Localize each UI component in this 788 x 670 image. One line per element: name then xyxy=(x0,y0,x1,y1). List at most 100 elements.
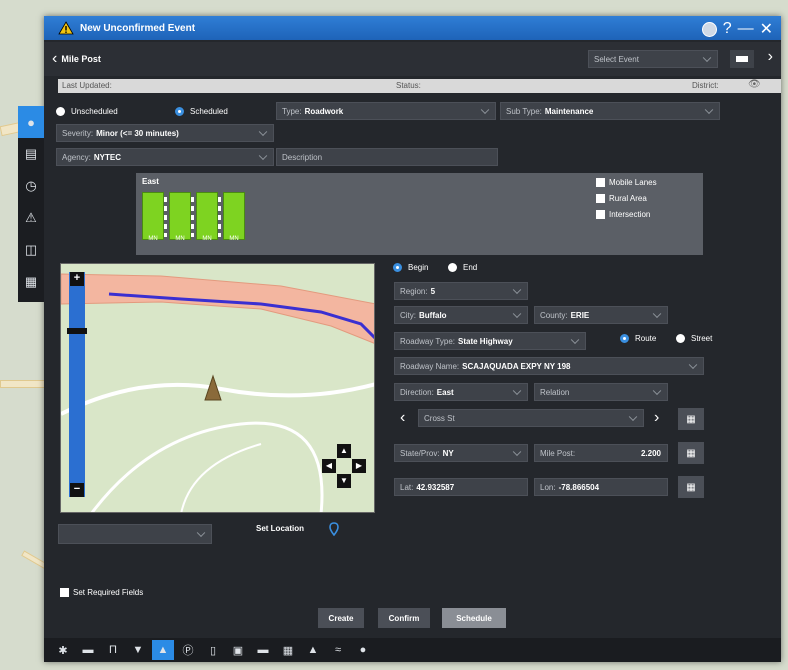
pan-up-button[interactable]: ▲ xyxy=(337,444,351,458)
wind-icon[interactable]: ≈ xyxy=(327,640,349,660)
street-radio[interactable]: Street xyxy=(676,334,712,344)
lane-label: MN xyxy=(229,236,239,242)
select-event-dropdown[interactable]: Select Event xyxy=(588,50,718,68)
alert-icon[interactable]: ⚠ xyxy=(18,202,44,234)
unscheduled-radio[interactable]: Unscheduled xyxy=(56,107,118,117)
confirm-button[interactable]: Confirm xyxy=(378,608,430,628)
region-select[interactable]: Region: 5 xyxy=(394,282,528,300)
title-bar: New Unconfirmed Event ? — ✕ xyxy=(44,16,781,40)
zoom-handle[interactable] xyxy=(67,328,87,334)
pan-right-button[interactable]: ▶ xyxy=(352,459,366,473)
schedule-button[interactable]: Schedule xyxy=(442,608,506,628)
zoom-out-button[interactable]: − xyxy=(70,483,84,497)
weather-icon[interactable]: ▦ xyxy=(277,640,299,660)
bus-icon[interactable]: ▯ xyxy=(202,640,224,660)
map-icon[interactable]: ◫ xyxy=(18,234,44,266)
location-pin-icon[interactable]: ● xyxy=(18,106,44,138)
create-button[interactable]: Create xyxy=(318,608,364,628)
lane-direction: East xyxy=(142,177,159,186)
calculator-icon: ▦ xyxy=(686,481,696,493)
route-radio[interactable]: Route xyxy=(620,334,656,344)
roadway-name-select[interactable]: Roadway Name: SCAJAQUADA EXPY NY 198 xyxy=(394,357,704,375)
globe-icon[interactable] xyxy=(701,21,717,37)
county-select[interactable]: County: ERIE xyxy=(534,306,668,324)
pan-left-button[interactable]: ◀ xyxy=(322,459,336,473)
type-select[interactable]: Type: Roadwork xyxy=(276,102,496,120)
lanes-panel: East MN MN MN MN Mobile Lanes Rural Area… xyxy=(136,173,703,255)
lane[interactable] xyxy=(196,192,221,240)
calculator-button[interactable]: ▦ xyxy=(678,442,704,464)
scheduled-radio[interactable]: Scheduled xyxy=(175,107,228,117)
begin-radio[interactable]: Begin xyxy=(393,263,428,273)
sign-icon[interactable]: ▼ xyxy=(127,640,149,660)
intersection-checkbox[interactable]: Intersection xyxy=(596,210,650,220)
keyboard-icon xyxy=(736,56,748,62)
location-pin-icon[interactable] xyxy=(329,522,339,537)
dot-icon[interactable]: ● xyxy=(352,640,374,660)
lane-label: MN xyxy=(148,236,158,242)
cross-street-select[interactable]: Cross St xyxy=(418,409,644,427)
chevron-right-icon[interactable]: › xyxy=(768,48,773,66)
lane[interactable] xyxy=(169,192,194,240)
calculator-icon: ▦ xyxy=(686,413,696,425)
lane-label: MN xyxy=(202,236,212,242)
back-label[interactable]: Mile Post xyxy=(61,54,101,64)
status-bar: Last Updated: Status: District: 👁 xyxy=(58,79,781,93)
pan-control: ▲ ◀ ▶ ▼ xyxy=(322,444,366,488)
chevron-right-icon[interactable]: › xyxy=(654,409,659,427)
rural-area-checkbox[interactable]: Rural Area xyxy=(596,194,647,204)
mobile-lanes-checkbox[interactable]: Mobile Lanes xyxy=(596,178,657,188)
lane[interactable] xyxy=(142,192,167,240)
incident-icon[interactable]: ✱ xyxy=(52,640,74,660)
lat-input[interactable]: Lat: 42.932587 xyxy=(394,478,528,496)
relation-select[interactable]: Relation xyxy=(534,383,668,401)
event-dialog: New Unconfirmed Event ? — ✕ ‹ Mile Post … xyxy=(18,16,781,662)
eye-icon[interactable]: 👁 xyxy=(748,79,761,90)
help-icon[interactable]: ? xyxy=(723,20,732,38)
location-map[interactable]: + − ▲ ◀ ▶ ▼ xyxy=(60,263,375,513)
mile-post-input[interactable]: Mile Post: 2.200 xyxy=(534,444,668,462)
roadway-type-select[interactable]: Roadway Type: State Highway xyxy=(394,332,586,350)
warning-icon xyxy=(58,21,74,35)
window-title: New Unconfirmed Event xyxy=(80,22,196,34)
zoom-slider[interactable]: + − xyxy=(67,272,87,497)
camera-icon[interactable]: ▲ xyxy=(152,640,174,660)
direction-select[interactable]: Direction: East xyxy=(394,383,528,401)
city-select[interactable]: City: Buffalo xyxy=(394,306,528,324)
calendar-icon[interactable]: ▦ xyxy=(18,266,44,298)
speed-icon[interactable]: ▲ xyxy=(302,640,324,660)
sidebar: ● ▤ ◷ ⚠ ◫ ▦ xyxy=(18,106,44,302)
pan-down-button[interactable]: ▼ xyxy=(337,474,351,488)
document-icon[interactable]: ▤ xyxy=(18,138,44,170)
truck-icon[interactable]: ▬ xyxy=(252,640,274,660)
lon-input[interactable]: Lon: -78.866504 xyxy=(534,478,668,496)
construction-icon[interactable]: Π xyxy=(102,640,124,660)
set-location-label: Set Location xyxy=(256,524,305,533)
bottom-toolbar: ✱ ▬ Π ▼ ▲ Ⓟ ▯ ▣ ▬ ▦ ▲ ≈ ● xyxy=(44,638,781,662)
calculator-button[interactable]: ▦ xyxy=(678,408,704,430)
closure-icon[interactable]: ▬ xyxy=(77,640,99,660)
header-bar: ‹ Mile Post Select Event › xyxy=(44,42,781,76)
end-radio[interactable]: End xyxy=(448,263,477,273)
set-required-checkbox[interactable]: Set Required Fields xyxy=(60,588,143,598)
zoom-in-button[interactable]: + xyxy=(70,272,84,286)
agency-select[interactable]: Agency: NYTEC xyxy=(56,148,274,166)
close-button[interactable]: ✕ xyxy=(760,19,773,39)
chevron-left-icon[interactable]: ‹ xyxy=(400,409,405,427)
map-layer-select[interactable] xyxy=(58,524,212,544)
description-input[interactable]: Description xyxy=(276,148,498,166)
status-label: Status: xyxy=(396,81,421,90)
calculator-button[interactable]: ▦ xyxy=(678,476,704,498)
keyboard-button[interactable] xyxy=(730,50,754,68)
car-icon[interactable]: ▣ xyxy=(227,640,249,660)
state-select[interactable]: State/Prov: NY xyxy=(394,444,528,462)
chevron-left-icon[interactable]: ‹ xyxy=(52,50,57,68)
calculator-icon: ▦ xyxy=(686,447,696,459)
minimize-button[interactable]: — xyxy=(738,20,754,38)
lane-label: MN xyxy=(175,236,185,242)
clock-icon[interactable]: ◷ xyxy=(18,170,44,202)
parking-icon[interactable]: Ⓟ xyxy=(177,640,199,660)
severity-select[interactable]: Severity: Minor (<= 30 minutes) xyxy=(56,124,274,142)
subtype-select[interactable]: Sub Type: Maintenance xyxy=(500,102,720,120)
lane[interactable] xyxy=(223,192,245,240)
